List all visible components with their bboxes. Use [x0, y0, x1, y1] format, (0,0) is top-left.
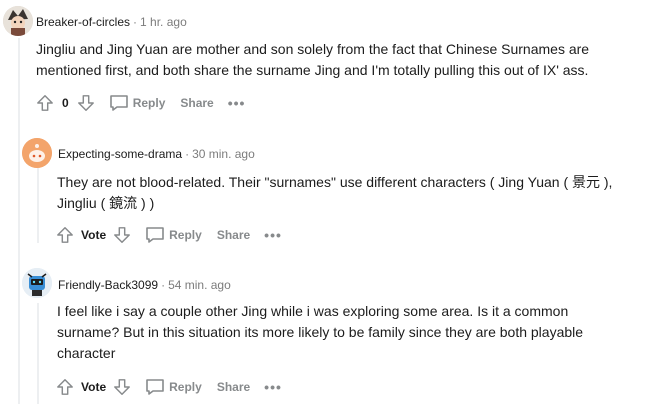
comment-actions: 0 Reply Share •••: [34, 91, 245, 115]
comment-bubble-icon: [109, 95, 128, 111]
more-options-button[interactable]: •••: [264, 379, 282, 395]
vote-label: Vote: [81, 380, 107, 394]
downvote-button[interactable]: [111, 376, 133, 398]
comment-meta: Breaker-of-circles · 1 hr. ago: [36, 14, 187, 30]
comment-bubble-icon: [146, 227, 164, 243]
comment-bubble-icon: [146, 379, 164, 395]
upvote-arrow-icon: [57, 227, 73, 243]
reply-label: Reply: [169, 228, 202, 242]
robot-avatar-icon: [22, 268, 52, 298]
timestamp[interactable]: 54 min. ago: [168, 278, 231, 292]
vote-label: Vote: [81, 228, 107, 242]
share-button[interactable]: Share: [180, 96, 213, 110]
author-name[interactable]: Breaker-of-circles: [36, 15, 130, 29]
more-options-button[interactable]: •••: [228, 95, 246, 111]
comment-body: Jingliu and Jing Yuan are mother and son…: [36, 41, 590, 78]
reply-label: Reply: [169, 380, 202, 394]
thread-line-reply-1[interactable]: [37, 168, 39, 243]
more-options-button[interactable]: •••: [264, 227, 282, 243]
upvote-button[interactable]: [34, 92, 56, 114]
comment-meta: Expecting-some-drama · 30 min. ago: [58, 146, 255, 162]
upvote-button[interactable]: [54, 376, 76, 398]
comment-body: I feel like i say a couple other Jing wh…: [57, 303, 584, 361]
meta-separator: ·: [185, 147, 190, 161]
avatar[interactable]: [22, 268, 52, 298]
upvote-button[interactable]: [54, 224, 76, 246]
downvote-arrow-icon: [77, 95, 94, 111]
meta-separator: ·: [133, 15, 138, 29]
comment-meta: Friendly-Back3099 · 54 min. ago: [58, 277, 231, 293]
comment-body: They are not blood-related. Their "surna…: [57, 174, 613, 211]
avatar-image-icon: [3, 6, 33, 36]
reply-button[interactable]: Reply: [109, 94, 166, 112]
author-name[interactable]: Expecting-some-drama: [58, 147, 182, 161]
reply-button[interactable]: Reply: [145, 378, 202, 396]
downvote-arrow-icon: [114, 227, 131, 243]
reply-button[interactable]: Reply: [145, 226, 202, 244]
snoo-avatar-icon: [22, 138, 52, 168]
downvote-button[interactable]: [75, 92, 97, 114]
thread-line-main[interactable]: [18, 38, 20, 404]
avatar[interactable]: [22, 138, 52, 168]
vote-score: 0: [62, 96, 69, 110]
comment-actions: Vote Reply Share •••: [54, 223, 282, 247]
upvote-arrow-icon: [37, 95, 53, 111]
reply-label: Reply: [132, 96, 166, 110]
downvote-button[interactable]: [111, 224, 133, 246]
thread-line-reply-2[interactable]: [37, 303, 39, 404]
share-button[interactable]: Share: [217, 380, 250, 394]
downvote-arrow-icon: [114, 379, 131, 395]
upvote-arrow-icon: [57, 379, 73, 395]
comment-actions: Vote Reply Share •••: [54, 375, 282, 399]
timestamp[interactable]: 30 min. ago: [192, 147, 255, 161]
avatar[interactable]: [3, 6, 33, 36]
share-button[interactable]: Share: [217, 228, 250, 242]
author-name[interactable]: Friendly-Back3099: [58, 278, 158, 292]
timestamp[interactable]: 1 hr. ago: [140, 15, 187, 29]
meta-separator: ·: [161, 278, 166, 292]
